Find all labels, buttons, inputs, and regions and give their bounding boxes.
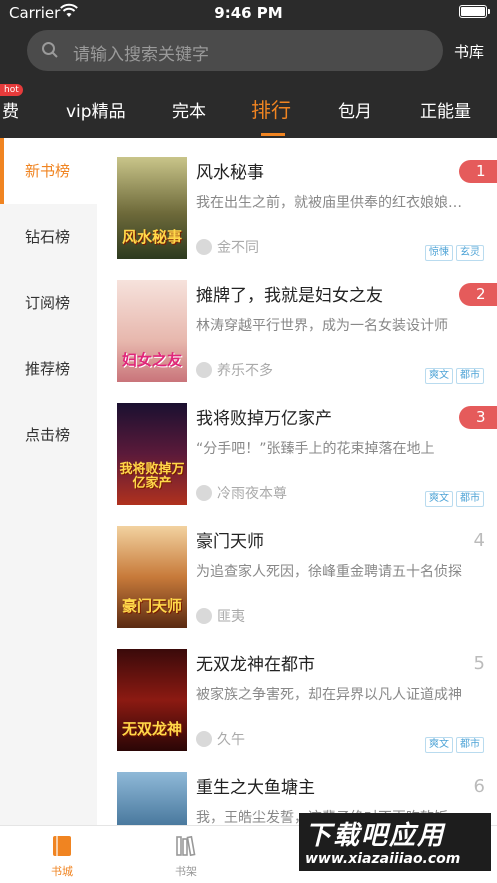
book-author: 金不同 <box>196 237 259 257</box>
book-description: 我在出生之前，就被庙里供奉的红衣娘娘选中 <box>196 195 466 211</box>
book-title: 无双龙神在都市 <box>196 655 315 675</box>
book-author: 冷雨夜本尊 <box>196 483 287 503</box>
author-avatar-icon <box>196 362 212 378</box>
tag: 爽文 <box>425 368 453 384</box>
tab-monthly[interactable]: 包月 <box>338 97 372 122</box>
rank-number: 6 <box>473 776 485 797</box>
book-cover: 无双龙神 <box>117 649 187 751</box>
status-bar: Carrier 9:46 PM <box>0 0 497 26</box>
author-avatar-icon <box>196 731 212 747</box>
tag: 都市 <box>456 491 484 507</box>
list-item[interactable]: 我将败掉万亿家产 我将败掉万亿家产 “分手吧！”张臻手上的花束掉落在地上 冷雨夜… <box>97 384 497 507</box>
book-cover: 豪门天师 <box>117 526 187 628</box>
tab-vip[interactable]: vip精品 <box>66 97 126 122</box>
category-tabs: 费 vip精品 完本 排行 包月 正能量 <box>0 88 497 138</box>
book-cover: 我将败掉万亿家产 <box>117 403 187 505</box>
book-author: 匪夷 <box>196 606 245 626</box>
book-title: 豪门天师 <box>196 532 264 552</box>
tab-free[interactable]: 费 <box>2 97 19 122</box>
tab-positive-energy[interactable]: 正能量 <box>420 97 471 122</box>
author-avatar-icon <box>196 485 212 501</box>
tag: 都市 <box>456 368 484 384</box>
book-tags: 爽文 都市 <box>422 486 484 507</box>
sidebar-item-subscription[interactable]: 订阅榜 <box>0 270 97 336</box>
watermark-logo: 下载吧应用 www.xiazaiiiao.com <box>299 813 491 871</box>
list-item[interactable]: 妇女之友 摊牌了，我就是妇女之友 林涛穿越平行世界，成为一名女装设计师 养乐不多… <box>97 261 497 384</box>
book-description: 被家族之争害死，却在异界以凡人证道成神 <box>196 687 462 703</box>
author-avatar-icon <box>196 608 212 624</box>
top-bar: Carrier 9:46 PM 请输入搜索关键字 书库 hot 费 vip精品 … <box>0 0 497 138</box>
book-title: 我将败掉万亿家产 <box>196 409 332 429</box>
ranking-sidebar: 新书榜 钻石榜 订阅榜 推荐榜 点击榜 <box>0 138 97 825</box>
rank-number: 4 <box>473 530 485 551</box>
library-button[interactable]: 书库 <box>454 41 484 62</box>
bookshelf-icon <box>176 835 196 857</box>
list-item[interactable]: 风水秘事 风水秘事 我在出生之前，就被庙里供奉的红衣娘娘选中 金不同 惊悚 玄灵 … <box>97 138 497 261</box>
search-icon <box>42 42 58 58</box>
book-cover <box>117 772 187 825</box>
bottom-tab-bookstore[interactable]: 书城 <box>32 834 92 879</box>
tag: 都市 <box>456 737 484 753</box>
list-item[interactable]: 无双龙神 无双龙神在都市 被家族之争害死，却在异界以凡人证道成神 久午 爽文 都市… <box>97 630 497 753</box>
list-item[interactable]: 豪门天师 豪门天师 为追查家人死因，徐峰重金聘请五十名侦探 匪夷 4 <box>97 507 497 630</box>
book-icon <box>53 836 71 856</box>
rank-number: 5 <box>473 653 485 674</box>
tab-ranking[interactable]: 排行 <box>251 94 291 123</box>
rank-badge: 3 <box>459 406 497 429</box>
book-description: “分手吧！”张臻手上的花束掉落在地上 <box>196 441 435 457</box>
author-avatar-icon <box>196 239 212 255</box>
sidebar-item-diamond[interactable]: 钻石榜 <box>0 204 97 270</box>
book-author: 久午 <box>196 729 245 749</box>
book-description: 林涛穿越平行世界，成为一名女装设计师 <box>196 318 448 334</box>
book-tags: 爽文 都市 <box>422 732 484 753</box>
tag: 爽文 <box>425 737 453 753</box>
search-input[interactable]: 请输入搜索关键字 <box>27 30 443 71</box>
book-description: 为追查家人死因，徐峰重金聘请五十名侦探 <box>196 564 462 580</box>
tag: 爽文 <box>425 491 453 507</box>
clock: 9:46 PM <box>214 4 283 22</box>
tag: 玄灵 <box>456 245 484 261</box>
tab-finished[interactable]: 完本 <box>172 97 206 122</box>
book-title: 摊牌了，我就是妇女之友 <box>196 286 383 306</box>
book-title: 重生之大鱼塘主 <box>196 778 315 798</box>
battery-icon <box>459 5 490 18</box>
rank-badge: 1 <box>459 160 497 183</box>
book-author: 养乐不多 <box>196 360 273 380</box>
book-title: 风水秘事 <box>196 163 264 183</box>
tag: 惊悚 <box>425 245 453 261</box>
sidebar-item-clicks[interactable]: 点击榜 <box>0 402 97 468</box>
book-cover: 风水秘事 <box>117 157 187 259</box>
search-placeholder: 请输入搜索关键字 <box>73 45 209 65</box>
sidebar-item-recommend[interactable]: 推荐榜 <box>0 336 97 402</box>
book-cover: 妇女之友 <box>117 280 187 382</box>
active-tab-indicator <box>261 133 285 136</box>
sidebar-item-new[interactable]: 新书榜 <box>0 138 97 204</box>
book-tags: 爽文 都市 <box>422 363 484 384</box>
book-tags: 惊悚 玄灵 <box>422 240 484 261</box>
book-list: 风水秘事 风水秘事 我在出生之前，就被庙里供奉的红衣娘娘选中 金不同 惊悚 玄灵 … <box>97 138 497 825</box>
bottom-tab-bookshelf[interactable]: 书架 <box>156 834 216 879</box>
rank-badge: 2 <box>459 283 497 306</box>
